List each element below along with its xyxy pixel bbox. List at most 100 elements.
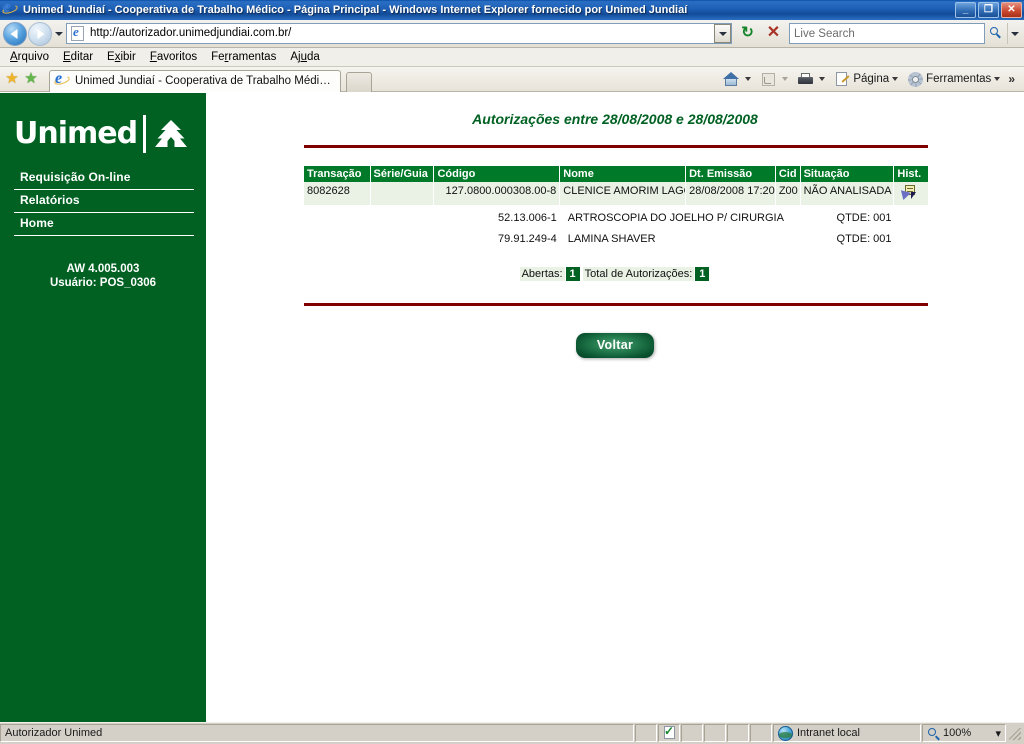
status-message: Autorizador Unimed (0, 724, 634, 742)
chevron-down-icon (819, 77, 826, 81)
forward-arrow-icon (37, 28, 45, 39)
abertas-label: Abertas: (519, 267, 565, 281)
favorites-and-tab-bar: ★ ★ Unimed Jundiaí - Cooperativa de Trab… (0, 67, 1024, 92)
address-bar[interactable]: http://autorizador.unimedjundiai.com.br/ (66, 23, 732, 44)
unimed-symbol-icon (154, 119, 188, 149)
sidebar-item-requisicao-online[interactable]: Requisição On-line (14, 167, 194, 190)
menu-ferramentas[interactable]: Ferramentas (204, 50, 283, 64)
col-situacao: Situação (800, 166, 895, 182)
total-label: Total de Autorizações: (582, 267, 695, 281)
status-bar: Autorizador Unimed Intranet local 100% ▾ (0, 722, 1024, 744)
authorizations-table-wrapper: Transação Série/Guia Código Nome Dt. Emi… (304, 166, 928, 281)
page-menu-button[interactable]: Página (832, 70, 904, 89)
proc-codigo: 79.91.249-4 (433, 226, 560, 247)
resize-grip[interactable] (1007, 724, 1023, 742)
back-arrow-icon (10, 28, 18, 39)
back-button-voltar[interactable]: Voltar (576, 333, 654, 358)
browser-window: Unimed Jundiaí - Cooperativa de Trabalho… (0, 0, 1024, 744)
printer-icon (797, 71, 814, 88)
title-bar: Unimed Jundiaí - Cooperativa de Trabalho… (0, 0, 1024, 20)
window-title: Unimed Jundiaí - Cooperativa de Trabalho… (23, 4, 688, 16)
security-zone-pane[interactable]: Intranet local (773, 724, 921, 742)
cell-hist[interactable] (893, 182, 928, 205)
menu-ajuda[interactable]: Ajuda (283, 50, 326, 64)
minimize-button[interactable]: _ (955, 2, 976, 18)
tab-strip: Unimed Jundiaí - Cooperativa de Trabalho… (49, 67, 721, 92)
page-menu-label: Página (853, 73, 890, 85)
status-pane-blank-5 (750, 724, 772, 742)
col-serie-guia: Série/Guia (370, 166, 435, 182)
window-controls: _ ❐ ✕ (955, 2, 1022, 18)
search-submit-button[interactable] (985, 23, 1007, 44)
zoom-icon (927, 727, 940, 740)
col-codigo: Código (433, 166, 561, 182)
favorites-center-icon[interactable]: ★ (4, 71, 20, 87)
menu-arquivo[interactable]: Arquivo (3, 50, 56, 64)
add-favorite-icon[interactable]: ★ (23, 71, 39, 87)
cell-codigo: 127.0800.000308.00-8 (433, 182, 561, 205)
navigation-bar: http://autorizador.unimedjundiai.com.br/… (0, 20, 1024, 48)
sidebar-version-info: AW 4.005.003 Usuário: POS_0306 (0, 262, 206, 290)
address-dropdown-button[interactable] (714, 24, 731, 43)
status-pane-blank-4 (727, 724, 749, 742)
chevron-down-icon (892, 77, 899, 81)
search-box[interactable] (789, 23, 985, 44)
command-bar: Página Ferramentas » (721, 70, 1020, 89)
col-hist: Hist. (893, 166, 928, 182)
unimed-logo: Unimed (0, 93, 206, 153)
col-nome: Nome (559, 166, 687, 182)
procedure-row: 52.13.006-1 ARTROSCOPIA DO JOELHO P/ CIR… (304, 205, 928, 226)
sidebar-item-home[interactable]: Home (14, 213, 194, 236)
col-cid: Cid (775, 166, 801, 182)
app-version: AW 4.005.003 (66, 263, 140, 275)
refresh-button[interactable]: ↻ (735, 21, 760, 46)
col-transacao: Transação (304, 166, 371, 182)
forward-button[interactable] (28, 21, 52, 46)
cell-nome: CLENICE AMORIM LAGO (559, 182, 687, 205)
toolbar-overflow-icon[interactable]: » (1007, 73, 1018, 85)
home-button[interactable] (721, 70, 757, 89)
status-pane-blank-1 (635, 724, 657, 742)
authorizations-table: Transação Série/Guia Código Nome Dt. Emi… (304, 166, 928, 247)
chevron-down-icon (782, 77, 789, 81)
globe-icon (778, 725, 793, 741)
abertas-badge: 1 (565, 267, 580, 281)
gear-icon (907, 71, 924, 88)
menu-exibir[interactable]: Exibir (100, 50, 143, 64)
refresh-icon: ↻ (741, 24, 754, 41)
print-button[interactable] (795, 70, 831, 89)
cell-cid: Z00 (775, 182, 801, 205)
proc-nome: ARTROSCOPIA DO JOELHO P/ CIRURGIA (559, 205, 801, 226)
tools-menu-button[interactable]: Ferramentas (905, 70, 1006, 89)
menu-editar[interactable]: Editar (56, 50, 100, 64)
sidebar-item-relatorios[interactable]: Relatórios (14, 190, 194, 213)
menu-favoritos[interactable]: Favoritos (143, 50, 204, 64)
recent-pages-dropdown[interactable] (52, 22, 65, 46)
proc-spacer-1 (304, 205, 370, 226)
table-row[interactable]: 8082628 127.0800.000308.00-8 CLENICE AMO… (304, 182, 928, 205)
proc-nome: LAMINA SHAVER (559, 226, 801, 247)
maximize-button[interactable]: ❐ (978, 2, 999, 18)
search-provider-dropdown[interactable] (1007, 23, 1021, 44)
close-icon: ✕ (1007, 4, 1016, 15)
chevron-down-icon (745, 77, 752, 81)
cell-dt-emissao: 28/08/2008 17:20 (685, 182, 776, 205)
top-divider (304, 145, 928, 148)
close-button[interactable]: ✕ (1001, 2, 1022, 18)
browser-tab-active[interactable]: Unimed Jundiaí - Cooperativa de Trabalho… (49, 69, 341, 92)
new-tab-button[interactable] (346, 71, 372, 92)
proc-spacer-2 (370, 226, 434, 247)
cell-serie-guia (370, 182, 435, 205)
history-document-icon[interactable] (901, 185, 920, 201)
status-certificate-pane[interactable] (658, 724, 680, 742)
zoom-pane[interactable]: 100% ▾ (922, 724, 1006, 742)
search-input[interactable] (790, 26, 984, 41)
feeds-button[interactable] (758, 70, 794, 89)
chevron-down-icon (1010, 31, 1019, 36)
action-row: Voltar (206, 333, 1024, 358)
stop-button[interactable]: ✕ (761, 21, 786, 46)
total-badge: 1 (695, 267, 710, 281)
home-icon (723, 71, 740, 88)
zoom-dropdown-icon[interactable]: ▾ (995, 727, 1001, 740)
back-button[interactable] (3, 21, 27, 46)
